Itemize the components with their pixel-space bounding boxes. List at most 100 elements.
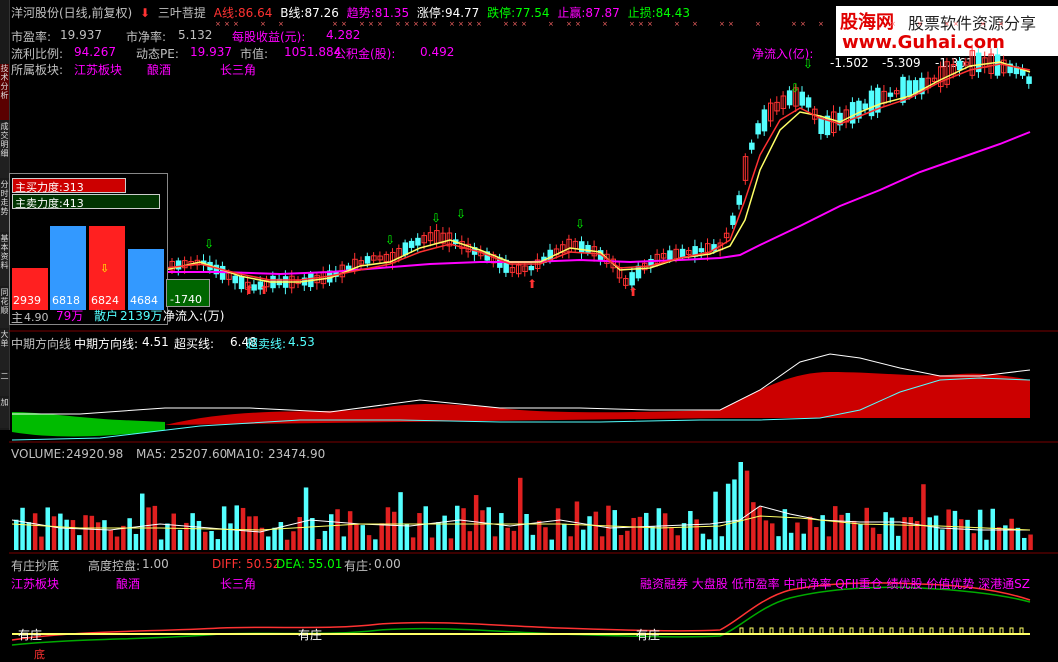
signal-x-mark: × — [215, 20, 221, 28]
volume-bar — [776, 536, 781, 550]
volume-bar — [247, 516, 252, 550]
tab-intraday[interactable]: 分时走势 — [0, 180, 9, 232]
volume-bar — [713, 491, 718, 550]
volume-bar — [543, 527, 548, 550]
bottom-sector-liquor[interactable]: 酿酒 — [116, 575, 140, 592]
volume-bar — [467, 531, 473, 550]
signal-x-mark: × — [449, 20, 455, 28]
sell-arrow-icon: ⇩ — [385, 233, 395, 247]
volume-bar — [89, 515, 95, 550]
signal-x-mark: × — [602, 20, 608, 28]
volume-bar — [725, 483, 731, 550]
signal-x-mark: × — [332, 20, 338, 28]
volume-bar — [410, 537, 416, 550]
signal-x-mark: × — [368, 20, 374, 28]
volume-bar — [788, 532, 794, 550]
volume-bar — [417, 513, 422, 550]
volume-bar — [190, 513, 195, 550]
tab-label: 技术分析 — [0, 64, 9, 100]
tab-ths[interactable]: 同花顺 — [0, 288, 9, 328]
tab-plus[interactable]: 加 — [0, 398, 9, 428]
volume-bar — [618, 534, 624, 550]
ma10-value: 23474.90 — [268, 447, 326, 461]
volume-bar — [1022, 537, 1027, 550]
signal-x-mark: × — [404, 20, 410, 28]
buy-arrow-icon: ⬆ — [628, 285, 638, 299]
volume-bar — [536, 520, 542, 550]
volume-bar — [921, 484, 926, 550]
force-bar-4-value: 4684 — [130, 294, 158, 307]
candle-body — [887, 92, 894, 97]
volume-bar — [240, 507, 246, 550]
volume-bar — [114, 536, 120, 550]
bottom-panel-title[interactable]: 有庄抄底 — [11, 557, 59, 574]
volume-bar — [373, 539, 378, 550]
dea-value: 55.01 — [308, 557, 343, 571]
dealer-label: 有庄: — [344, 559, 373, 573]
bottom-marker: 底 — [34, 648, 45, 661]
bottom-sector-yangtze[interactable]: 长三角 — [220, 575, 256, 592]
volume-bar — [322, 530, 328, 550]
volume-bar — [669, 527, 674, 550]
ma-magenta-line — [165, 131, 1031, 276]
buy-arrow-icon: ⬆ — [244, 283, 254, 297]
volume-bar — [20, 507, 25, 550]
candles-group — [169, 44, 1032, 295]
volume-bar — [719, 536, 725, 550]
volume-bar — [650, 526, 655, 550]
candle-body — [799, 91, 805, 106]
sell-arrow-icon: ⇩ — [575, 217, 585, 231]
volume-bar — [896, 535, 901, 550]
ma10-label: MA10: — [226, 447, 264, 461]
volume-bar — [234, 505, 239, 550]
signal-x-mark: × — [431, 20, 437, 28]
tab-bigorder[interactable]: 大单 — [0, 330, 9, 370]
signal-x-mark: × — [422, 20, 428, 28]
concept-tags[interactable]: 融资融券 大盘股 低市盈率 中市净率 QFII重仓 绩优股 价值优势 深港通SZ — [640, 575, 1030, 592]
dealer-marker-1: 有庄 — [18, 628, 43, 642]
volume-bar — [675, 535, 680, 550]
signal-x-mark: × — [575, 20, 581, 28]
volume-bar — [1028, 534, 1033, 550]
volume-bar — [877, 533, 882, 550]
signal-x-mark: × — [629, 20, 635, 28]
volume-bar — [738, 462, 743, 550]
volume-bar — [870, 527, 876, 550]
volume-bar — [511, 530, 517, 550]
candle-body — [749, 142, 755, 150]
signal-x-mark: × — [359, 20, 365, 28]
volume-bar — [524, 514, 529, 550]
volume-bar — [461, 508, 466, 550]
tab-technical-analysis[interactable]: 技术分析 — [0, 64, 9, 120]
diff-label: DIFF: — [212, 557, 242, 571]
signal-x-mark: × — [413, 20, 419, 28]
volume-bar — [429, 537, 435, 550]
volume-bar — [656, 508, 662, 550]
volume-label[interactable]: VOLUME: — [11, 447, 65, 461]
sell-arrow-icon: ⇩ — [790, 81, 800, 95]
volume-bar — [851, 520, 857, 550]
ma5-value: 25207.60 — [170, 447, 228, 461]
candle-body — [232, 275, 238, 284]
volume-bar — [284, 539, 290, 550]
tab-trade-detail[interactable]: 成交明细 — [0, 122, 9, 178]
volume-bar — [990, 508, 995, 550]
mid-panel-title[interactable]: 中期方向线 — [11, 335, 71, 352]
signal-x-mark: × — [638, 20, 644, 28]
volume-bar — [631, 517, 636, 550]
volume-bar — [379, 523, 384, 550]
sell-arrow-icon: ⇩ — [456, 207, 466, 221]
volume-bar — [927, 517, 932, 550]
sell-arrow-icon: ⇩ — [204, 237, 214, 251]
main-value: 4.90 — [24, 311, 49, 324]
net-force-value: -1740 — [170, 293, 202, 306]
tab-two[interactable]: 二 — [0, 372, 9, 396]
signal-x-mark: × — [278, 20, 284, 28]
volume-bar — [952, 510, 958, 550]
volume-bar — [959, 519, 964, 550]
volume-bar — [845, 512, 851, 550]
tab-basic-info[interactable]: 基本资料 — [0, 234, 9, 286]
bottom-sector-jiangsu[interactable]: 江苏板块 — [11, 575, 59, 592]
volume-bar — [574, 501, 580, 550]
volume-bar — [480, 510, 485, 550]
